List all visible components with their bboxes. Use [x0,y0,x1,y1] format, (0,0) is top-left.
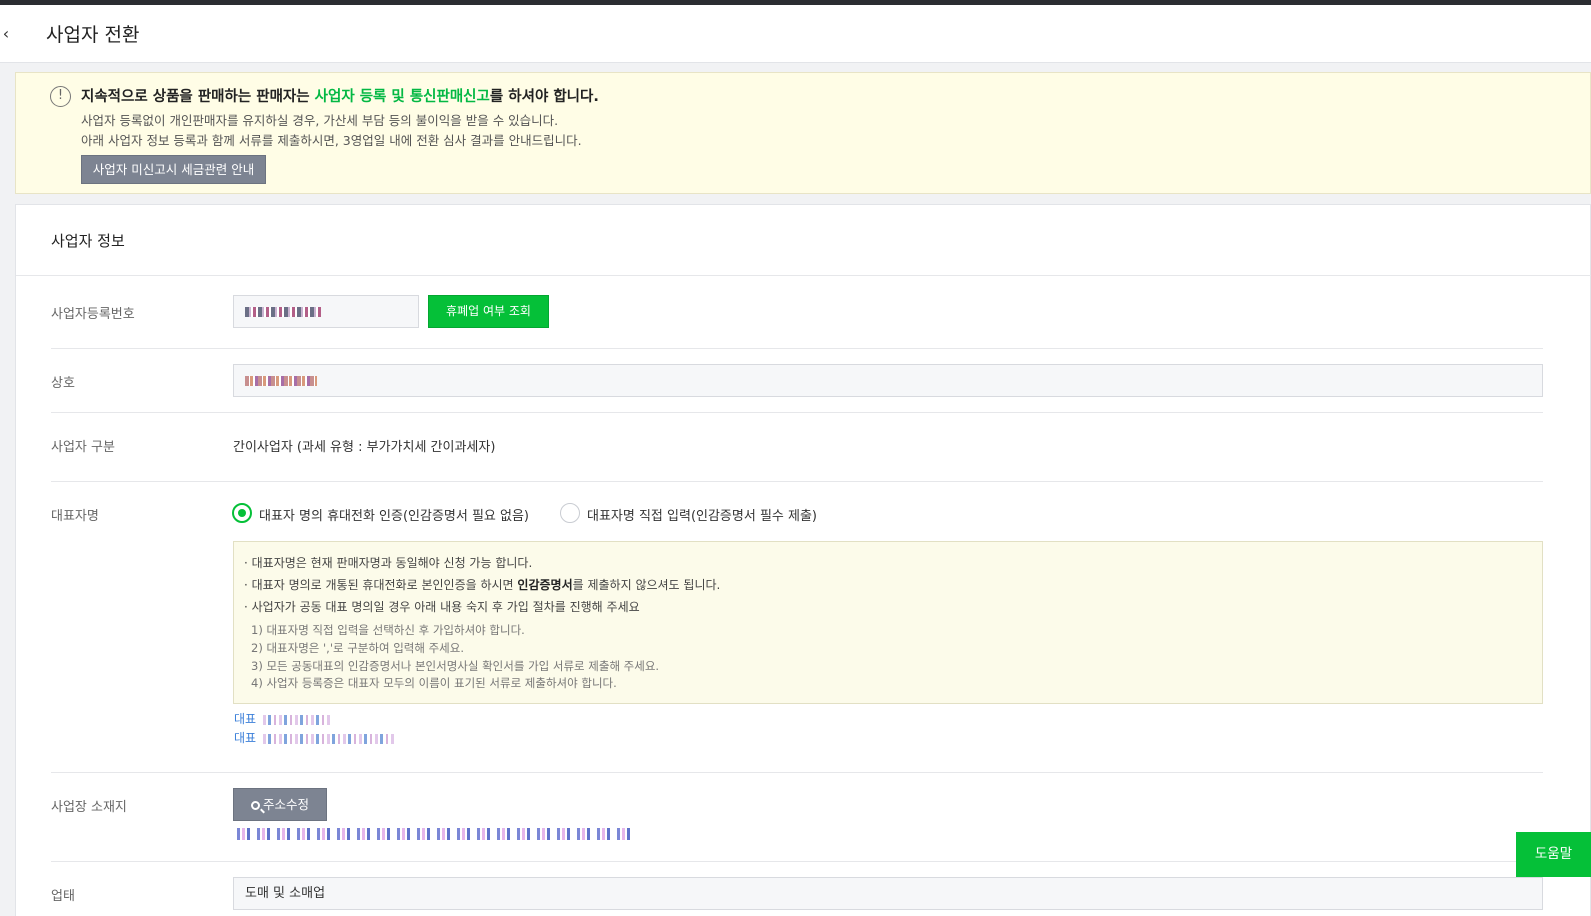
edit-address-button[interactable]: 주소수정 [233,788,327,821]
notice-highlight: 사업자 등록 및 통신판매신고 [314,89,490,105]
business-type-value: 간이사업자 (과세 유형 : 부가가치세 간이과세자) [233,440,496,455]
representative-label: 대표자명 [51,509,99,524]
divider [51,348,1543,349]
registration-number-label: 사업자등록번호 [51,307,135,322]
notice-banner: ! 지속적으로 상품을 판매하는 판매자는 사업자 등록 및 통신판매신고를 하… [15,72,1591,194]
business-info-card: 사업자 정보 사업자등록번호 휴폐업 여부 조회 상호 사업자 구분 간이사업자… [15,204,1591,916]
industry-field[interactable]: 도매 및 소매업 [233,877,1543,910]
registration-number-field[interactable] [233,295,419,328]
masked-value [260,714,331,725]
page-header: ‹ 사업자 전환 [0,5,1591,63]
representative-info-1: 대표 [234,710,331,726]
guide-bullet-2: · 대표자 명의로 개통된 휴대전화로 본인인증을 하시면 인감증명서를 제출하… [244,578,721,592]
help-button[interactable]: 도움말 [1516,832,1591,877]
masked-value [260,733,395,744]
notice-line-1: 사업자 등록없이 개인판매자를 유지하실 경우, 가산세 부담 등의 불이익을 … [81,113,559,128]
address-label: 사업장 소재지 [51,800,127,815]
representative-info-2: 대표 [234,729,395,745]
section-title: 사업자 정보 [51,232,125,250]
notice-headline: 지속적으로 상품을 판매하는 판매자는 사업자 등록 및 통신판매신고를 하셔야… [81,89,599,105]
company-name-label: 상호 [51,376,75,391]
company-name-field[interactable] [233,364,1543,397]
guide-step-4: 4) 사업자 등록증은 대표자 모두의 이름이 표기된 서류로 제출하셔야 합니… [251,676,617,690]
radio-phone-auth[interactable] [232,503,252,523]
business-type-label: 사업자 구분 [51,440,115,455]
guide-step-3: 3) 모든 공동대표의 인감증명서나 본인서명사실 확인서를 가입 서류로 제출… [251,659,660,673]
divider [51,481,1543,482]
search-icon [250,801,260,810]
closure-check-button[interactable]: 휴폐업 여부 조회 [428,295,549,328]
radio-direct-input-label[interactable]: 대표자명 직접 입력(인감증명서 필수 제출) [587,505,817,524]
industry-label: 업태 [51,889,75,904]
guide-step-2: 2) 대표자명은 ','로 구분하여 입력해 주세요. [251,641,464,655]
masked-value [245,306,321,317]
masked-value [245,375,317,386]
divider [51,772,1543,773]
tax-guide-button[interactable]: 사업자 미신고시 세금관련 안내 [81,155,266,184]
divider [51,412,1543,413]
chevron-left-icon[interactable]: ‹ [0,19,12,49]
notice-line-2: 아래 사업자 정보 등록과 함께 서류를 제출하시면, 3영업일 내에 전환 심… [81,133,582,148]
page-title: 사업자 전환 [46,24,140,46]
divider [16,275,1591,276]
guide-step-1: 1) 대표자명 직접 입력을 선택하신 후 가입하셔야 합니다. [251,623,525,637]
divider [51,861,1543,862]
radio-phone-auth-label[interactable]: 대표자 명의 휴대전화 인증(인감증명서 필요 없음) [259,505,529,524]
exclamation-circle-icon: ! [50,86,71,107]
guide-bullet-1: · 대표자명은 현재 판매자명과 동일해야 신청 가능 합니다. [244,556,533,570]
representative-guide-box: · 대표자명은 현재 판매자명과 동일해야 신청 가능 합니다. · 대표자 명… [233,541,1543,704]
radio-direct-input[interactable] [560,503,580,523]
masked-address [233,828,633,840]
guide-bullet-3: · 사업자가 공동 대표 명의일 경우 아래 내용 숙지 후 가입 절차를 진행… [244,600,640,614]
